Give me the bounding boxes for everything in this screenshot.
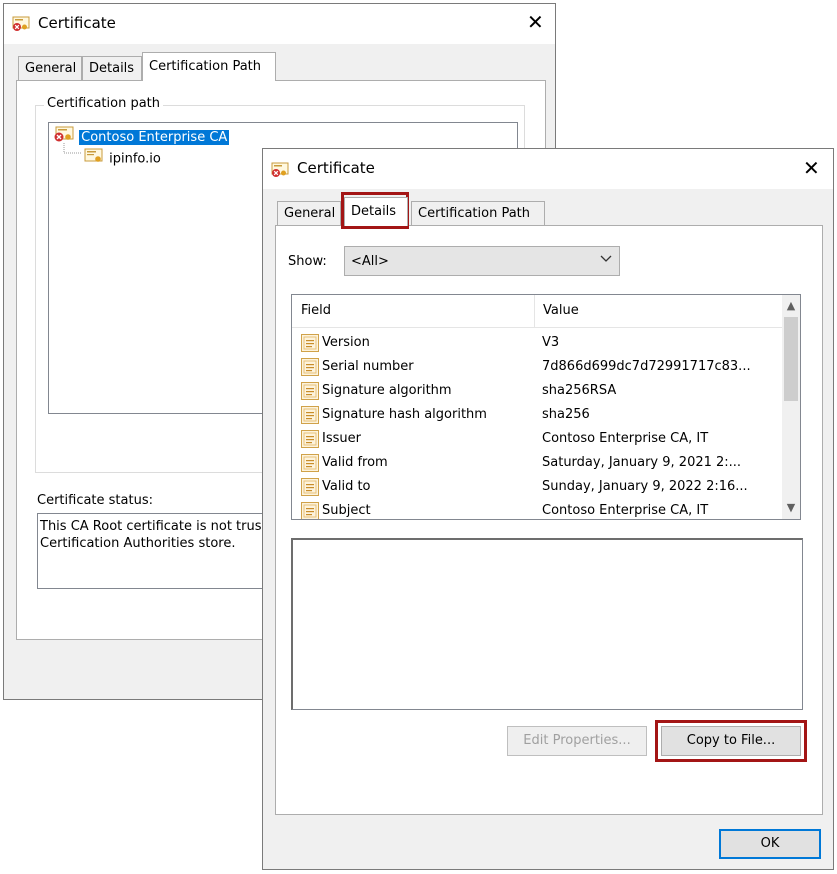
tree-item-ipinfo[interactable]: ipinfo.io <box>83 147 161 167</box>
certificate-error-icon <box>12 16 30 32</box>
back-title-bar: Certificate ✕ <box>4 4 555 44</box>
field-icon <box>300 501 320 519</box>
list-row[interactable]: Signature algorithm sha256RSA <box>292 379 782 403</box>
list-row[interactable]: Valid from Saturday, January 9, 2021 2:.… <box>292 451 782 475</box>
show-dropdown[interactable]: <All> <box>344 246 620 276</box>
front-close-icon[interactable]: ✕ <box>803 158 820 178</box>
front-certificate-window: Certificate ✕ General Details Certificat… <box>262 148 834 870</box>
column-divider[interactable] <box>534 295 535 327</box>
back-close-icon[interactable]: ✕ <box>527 12 544 32</box>
list-row[interactable]: Serial number 7d866d699dc7d72991717c83..… <box>292 355 782 379</box>
show-dropdown-value: <All> <box>351 254 389 269</box>
list-scrollbar[interactable]: ▲ ▼ <box>782 295 800 519</box>
front-title-bar: Certificate ✕ <box>263 149 833 189</box>
row-value: Sunday, January 9, 2022 2:16... <box>542 479 748 494</box>
row-field: Signature algorithm <box>322 383 452 398</box>
tree-label: Contoso Enterprise CA <box>79 129 230 145</box>
list-row[interactable]: Valid to Sunday, January 9, 2022 2:16... <box>292 475 782 499</box>
ok-button[interactable]: OK <box>719 829 821 859</box>
row-field: Issuer <box>322 431 361 446</box>
row-value: sha256RSA <box>542 383 617 398</box>
front-tab-general[interactable]: General <box>277 201 341 225</box>
list-row[interactable]: Version V3 <box>292 331 782 355</box>
row-value: Contoso Enterprise CA, IT <box>542 503 709 518</box>
list-header: Field Value <box>292 295 782 328</box>
edit-properties-button[interactable]: Edit Properties... <box>507 726 647 756</box>
certificate-status-label: Certificate status: <box>37 493 153 508</box>
certificate-fields-list[interactable]: Field Value Version V3 Serial number 7d8… <box>291 294 801 520</box>
field-icon <box>300 357 320 381</box>
row-value: 7d866d699dc7d72991717c83... <box>542 359 751 374</box>
list-row[interactable]: Issuer Contoso Enterprise CA, IT <box>292 427 782 451</box>
field-icon <box>300 429 320 453</box>
back-tab-certification-path[interactable]: Certification Path <box>142 52 276 81</box>
field-icon <box>300 333 320 357</box>
certificate-error-icon <box>271 162 289 178</box>
row-value: sha256 <box>542 407 590 422</box>
tree-label: ipinfo.io <box>109 151 161 167</box>
row-field: Valid to <box>322 479 371 494</box>
copy-to-file-button[interactable]: Copy to File... <box>661 726 801 756</box>
row-value: V3 <box>542 335 560 350</box>
back-window-title: Certificate <box>38 14 116 32</box>
field-icon <box>300 477 320 501</box>
row-field: Serial number <box>322 359 414 374</box>
field-detail-box[interactable] <box>291 538 803 710</box>
row-field: Valid from <box>322 455 388 470</box>
front-tab-panel: Show: <All> Field Value Version V3 Seria… <box>275 225 823 815</box>
front-tab-certification-path[interactable]: Certification Path <box>411 201 545 225</box>
row-field: Version <box>322 335 370 350</box>
front-tab-details[interactable]: Details <box>344 197 408 226</box>
field-icon <box>300 381 320 405</box>
scroll-down-icon[interactable]: ▼ <box>782 499 800 517</box>
scrollbar-thumb[interactable] <box>784 317 798 401</box>
list-row[interactable]: Subject Contoso Enterprise CA, IT <box>292 499 782 519</box>
list-row[interactable]: Signature hash algorithm sha256 <box>292 403 782 427</box>
back-tab-general[interactable]: General <box>18 56 82 80</box>
row-value: Saturday, January 9, 2021 2:... <box>542 455 742 470</box>
chevron-down-icon <box>599 251 613 269</box>
row-field: Subject <box>322 503 371 518</box>
tree-connector <box>63 143 82 154</box>
show-label: Show: <box>288 254 327 269</box>
certificate-icon <box>83 147 105 171</box>
back-tab-strip: General Details Certification Path <box>16 52 556 82</box>
field-icon <box>300 405 320 429</box>
certification-path-label: Certification path <box>44 96 164 111</box>
column-header-field[interactable]: Field <box>301 303 331 318</box>
back-tab-details[interactable]: Details <box>82 56 142 80</box>
scroll-up-icon[interactable]: ▲ <box>782 297 800 315</box>
tree-item-contoso-enterprise-ca[interactable]: Contoso Enterprise CA <box>53 125 230 145</box>
front-tab-strip: General Details Certification Path <box>275 197 825 227</box>
column-header-value[interactable]: Value <box>543 303 579 318</box>
front-window-title: Certificate <box>297 159 375 177</box>
row-value: Contoso Enterprise CA, IT <box>542 431 709 446</box>
field-icon <box>300 453 320 477</box>
row-field: Signature hash algorithm <box>322 407 487 422</box>
